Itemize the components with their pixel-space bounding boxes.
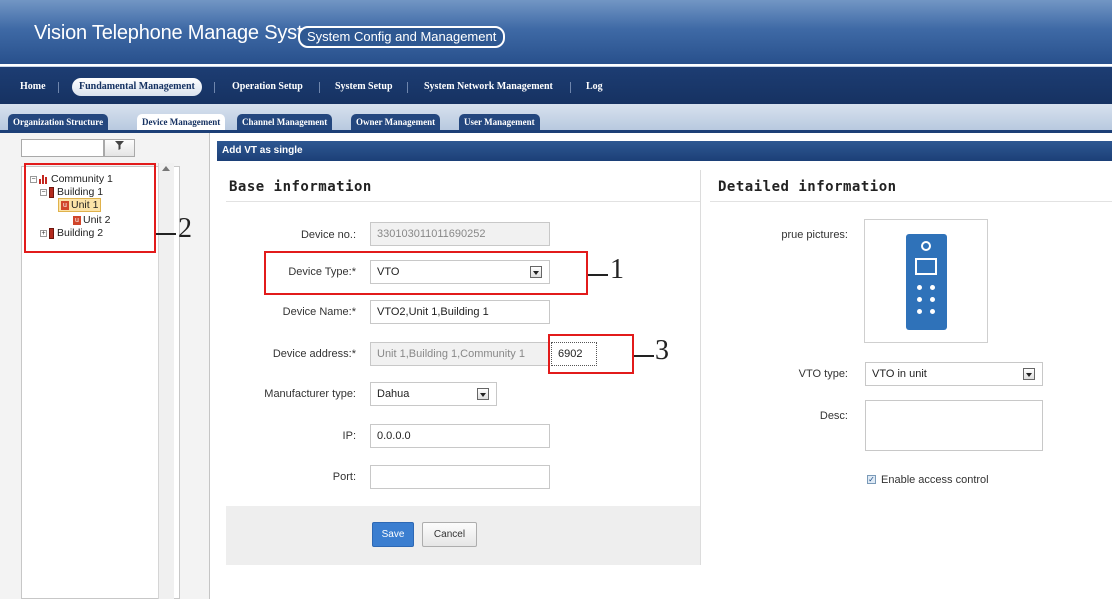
keypad-dot: [917, 285, 922, 290]
nav-log[interactable]: Log: [586, 78, 603, 96]
base-information-title: Base information: [229, 179, 372, 195]
keypad-dot: [930, 285, 935, 290]
keypad-dot: [930, 297, 935, 302]
camera-icon: [921, 241, 931, 251]
device-picture-frame: [864, 219, 988, 343]
device-address-field: Unit 1,Building 1,Community 1: [370, 342, 550, 366]
filter-funnel-icon: [115, 141, 124, 150]
vto-device-icon: [906, 234, 947, 330]
nav-separator: [407, 82, 408, 93]
keypad-dot: [930, 309, 935, 314]
section-divider: [226, 201, 700, 202]
annotation-line-2: [156, 233, 176, 235]
nav-system-setup[interactable]: System Setup: [335, 78, 393, 96]
vto-type-select[interactable]: VTO in unit: [865, 362, 1043, 386]
scroll-up-arrow-icon[interactable]: [162, 166, 170, 171]
manufacturer-type-value: Dahua: [377, 388, 410, 400]
annotation-box-1: [264, 251, 588, 295]
port-input[interactable]: [370, 465, 550, 489]
app-subtitle-badge: System Config and Management: [298, 26, 506, 48]
content-header: Add VT as single: [217, 141, 1112, 161]
sub-tabs: Organization Structure Device Management…: [0, 104, 1112, 130]
tab-channel-management[interactable]: Channel Management: [237, 114, 333, 130]
annotation-box-3: [548, 334, 634, 374]
port-label: Port:: [332, 471, 356, 483]
app-title: Vision Telephone Manage System: [34, 22, 330, 44]
ip-label: IP:: [342, 430, 356, 442]
prue-pictures-label: prue pictures:: [781, 229, 848, 241]
desc-textarea[interactable]: [865, 400, 1043, 451]
manufacturer-type-select[interactable]: Dahua: [370, 382, 497, 406]
main-nav: Home Fundamental Management Operation Se…: [0, 66, 1112, 104]
annotation-number-3: 3: [655, 335, 669, 366]
nav-separator: [319, 82, 320, 93]
annotation-line-3: [634, 355, 654, 357]
device-name-input[interactable]: VTO2,Unit 1,Building 1: [370, 300, 550, 324]
detailed-information-title: Detailed information: [718, 179, 897, 195]
filter-button[interactable]: [104, 139, 135, 157]
desc-label: Desc:: [819, 410, 848, 422]
device-address-label: Device address:*: [272, 348, 356, 360]
device-no-field: 330103011011690252: [370, 222, 550, 246]
nav-home[interactable]: Home: [20, 78, 46, 96]
nav-system-network-management[interactable]: System Network Management: [424, 78, 553, 96]
ip-input[interactable]: 0.0.0.0: [370, 424, 550, 448]
device-name-label: Device Name:*: [282, 306, 356, 318]
nav-separator: [214, 82, 215, 93]
title-bar: Vision Telephone Manage System System Co…: [0, 0, 1112, 64]
annotation-number-2: 2: [178, 213, 192, 244]
cancel-button[interactable]: Cancel: [422, 522, 477, 547]
nav-separator: [570, 82, 571, 93]
vto-type-label: VTO type:: [798, 368, 848, 380]
section-divider: [710, 201, 1112, 202]
vto-type-value: VTO in unit: [872, 368, 927, 380]
enable-access-control-label: Enable access control: [881, 474, 989, 486]
device-no-label: Device no.:: [300, 229, 356, 241]
tab-user-management[interactable]: User Management: [459, 114, 540, 130]
tree-search-input[interactable]: [21, 139, 104, 157]
chevron-down-icon[interactable]: [1023, 368, 1035, 380]
keypad-dot: [917, 309, 922, 314]
screen-icon: [915, 258, 937, 275]
tab-owner-management[interactable]: Owner Management: [351, 114, 441, 130]
nav-operation-setup[interactable]: Operation Setup: [232, 78, 303, 96]
tree-scrollbar[interactable]: [158, 163, 174, 599]
enable-access-control-checkbox[interactable]: ✓: [867, 475, 876, 484]
chevron-down-icon[interactable]: [477, 388, 489, 400]
tab-device-management[interactable]: Device Management: [137, 114, 226, 130]
manufacturer-type-label: Manufacturer type:: [264, 388, 356, 400]
nav-fundamental-management[interactable]: Fundamental Management: [72, 78, 202, 96]
panel-divider: [700, 170, 701, 565]
annotation-number-1: 1: [610, 254, 624, 285]
keypad-dot: [917, 297, 922, 302]
annotation-line-1: [588, 274, 608, 276]
tab-organization-structure[interactable]: Organization Structure: [8, 114, 109, 130]
save-button[interactable]: Save: [372, 522, 414, 547]
annotation-box-2: [24, 163, 156, 253]
nav-separator: [58, 82, 59, 93]
